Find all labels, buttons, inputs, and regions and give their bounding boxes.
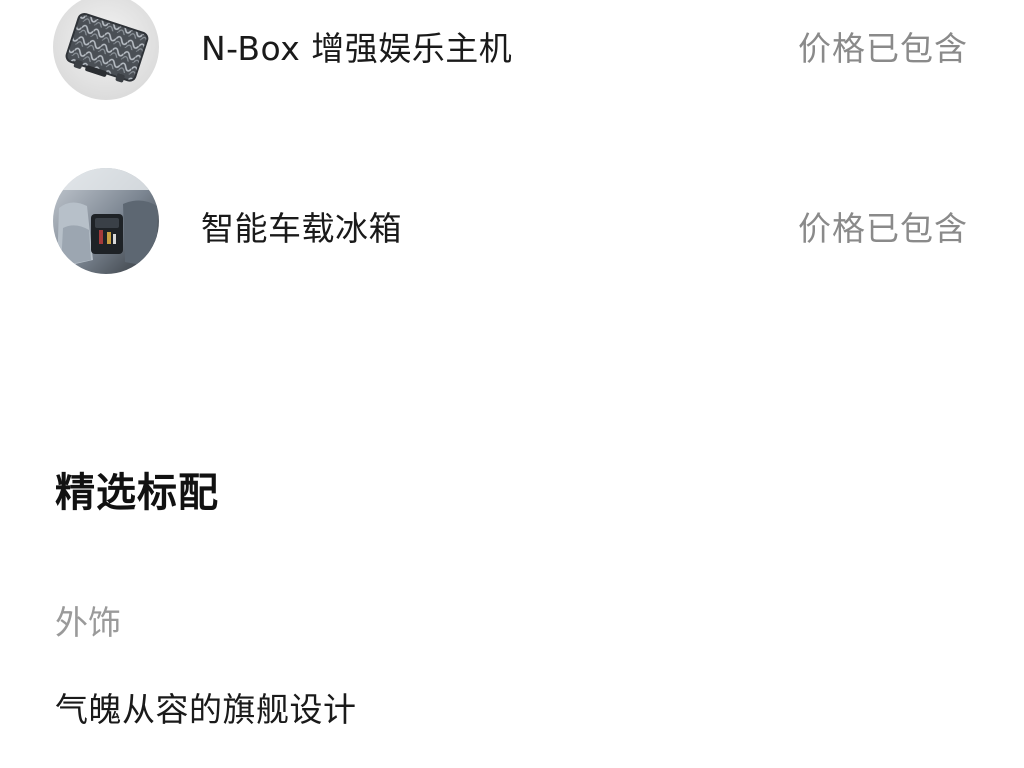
section-title: 精选标配 xyxy=(55,470,219,516)
category-label: 外饰 xyxy=(55,603,121,642)
option-name: N-Box 增强娱乐主机 xyxy=(201,29,513,68)
option-price-status: 价格已包含 xyxy=(798,29,968,68)
options-page: N-Box 增强娱乐主机 价格已包含 智能车载冰箱 价格已包含 精选标配 外饰 … xyxy=(0,0,1024,768)
option-row-fridge[interactable]: 智能车载冰箱 价格已包含 xyxy=(0,168,1024,278)
option-price-status: 价格已包含 xyxy=(798,209,968,248)
car-fridge-icon xyxy=(53,168,159,274)
option-name: 智能车载冰箱 xyxy=(201,209,402,248)
option-row-nbox[interactable]: N-Box 增强娱乐主机 价格已包含 xyxy=(0,0,1024,104)
entertainment-host-icon xyxy=(53,0,159,100)
feature-title[interactable]: 气魄从容的旗舰设计 xyxy=(55,683,357,731)
